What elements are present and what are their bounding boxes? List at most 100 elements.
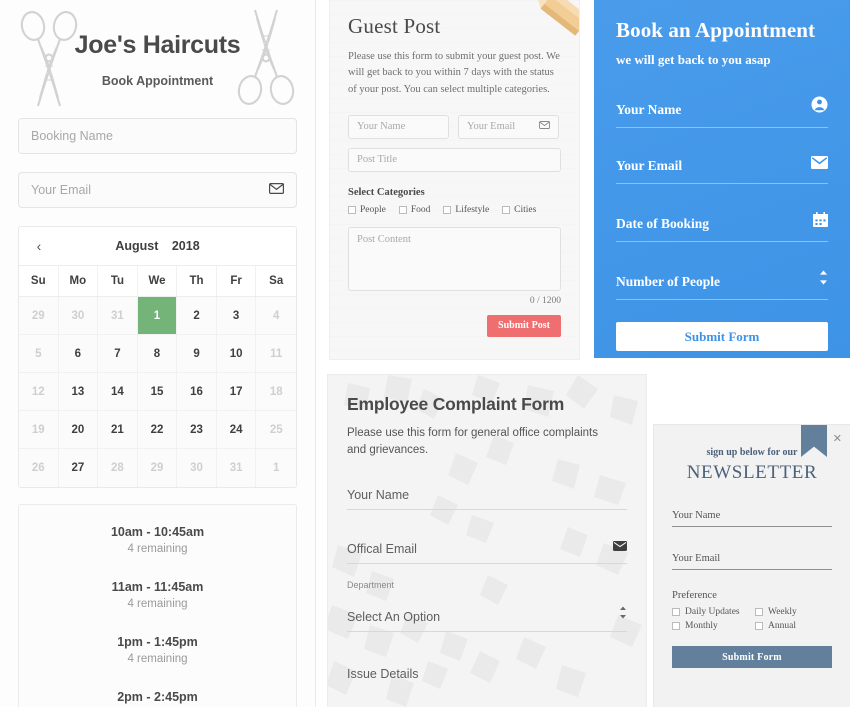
appointment-field-number-of-people[interactable]: Number of People xyxy=(616,270,828,300)
booking-name-placeholder: Booking Name xyxy=(31,129,113,143)
checkbox-box[interactable] xyxy=(348,205,356,214)
newsletter-eyebrow: sign up below for our xyxy=(706,447,798,458)
field-label: Date of Booking xyxy=(616,216,710,231)
preference-checkbox[interactable]: Annual xyxy=(755,621,832,631)
calendar-day[interactable]: 27 xyxy=(58,449,99,487)
calendar-day[interactable]: 15 xyxy=(137,373,178,411)
guest-post-name-email-row: Your Name Your Email xyxy=(348,114,561,139)
category-label: People xyxy=(360,204,386,215)
category-checkbox[interactable]: Cities xyxy=(502,205,536,215)
complaint-name-input[interactable]: Your Name xyxy=(347,488,627,510)
guest-post-content-textarea[interactable]: Post Content xyxy=(348,226,561,291)
appointment-subtitle: we will get back to you asap xyxy=(616,52,771,67)
submit-post-button[interactable]: Submit Post xyxy=(487,314,561,337)
preference-option-label: Annual xyxy=(768,621,796,631)
checkbox-box[interactable] xyxy=(443,205,452,214)
calendar-day[interactable]: 6 xyxy=(58,335,99,373)
appointment-field-your-email[interactable]: Your Email xyxy=(616,156,828,184)
calendar-day[interactable]: 14 xyxy=(98,373,138,411)
preference-checkbox[interactable]: Weekly xyxy=(755,607,832,617)
calendar-day[interactable]: 7 xyxy=(98,335,138,373)
calendar-day: 25 xyxy=(256,411,296,449)
booking-email-placeholder: Your Email xyxy=(31,183,91,197)
calendar-day: 12 xyxy=(19,373,59,411)
booking-email-input[interactable]: Your Email xyxy=(18,172,297,208)
checkbox-box[interactable] xyxy=(755,622,763,630)
preference-checkbox[interactable]: Monthly xyxy=(672,621,749,631)
appointment-field-date-of-booking[interactable]: Date of Booking xyxy=(616,212,828,242)
time-slot[interactable]: 2pm - 2:45pm4 remaining xyxy=(19,690,296,707)
preference-option-label: Weekly xyxy=(768,607,797,617)
calendar-day[interactable]: 13 xyxy=(58,373,99,411)
calendar-day[interactable]: 23 xyxy=(177,411,217,449)
time-slot[interactable]: 10am - 10:45am 4 remaining xyxy=(19,525,296,555)
calendar-day[interactable]: 2 xyxy=(177,297,217,335)
envelope-icon xyxy=(269,183,285,197)
category-label: Cities xyxy=(514,204,537,215)
calendar-weekday: Mo xyxy=(59,266,99,296)
category-label: Lifestyle xyxy=(455,204,490,215)
appointment-panel: Book an Appointment we will get back to … xyxy=(594,0,850,358)
category-checkbox[interactable]: Lifestyle xyxy=(443,205,489,215)
calendar-weekday: We xyxy=(138,266,178,296)
guest-post-name-placeholder: Your Name xyxy=(357,121,406,133)
newsletter-email-input[interactable]: Your Email xyxy=(672,553,832,570)
calendar-weekday: Su xyxy=(19,266,59,296)
appointment-submit-button[interactable]: Submit Form xyxy=(616,322,828,351)
calendar-month: August xyxy=(115,239,159,253)
calendar-day[interactable]: 3 xyxy=(216,297,257,335)
calendar-day: 30 xyxy=(58,297,99,335)
scissors-icon xyxy=(20,11,78,107)
newsletter-name-input[interactable]: Your Name xyxy=(672,510,832,527)
checkbox-box[interactable] xyxy=(398,205,407,214)
checkbox-box[interactable] xyxy=(672,608,680,616)
calendar-day: 11 xyxy=(256,335,296,373)
calendar-day: 18 xyxy=(256,373,296,411)
calendar-day[interactable]: 24 xyxy=(216,411,257,449)
envelope-icon xyxy=(613,538,627,556)
category-checkbox[interactable]: People xyxy=(348,205,386,215)
calendar-day-grid: 29 30 31 1 2 3 4 5 6 7 8 9 10 11 12 13 14 15 16 17 18 19 20 21 2… xyxy=(19,297,296,487)
calendar-day[interactable]: 16 xyxy=(177,373,217,411)
calendar-day: 28 xyxy=(98,449,138,487)
calendar-day[interactable]: 17 xyxy=(216,373,257,411)
guest-post-name-input[interactable]: Your Name xyxy=(348,114,449,139)
time-slot[interactable]: 11am - 11:45am 4 remaining xyxy=(19,580,296,610)
checkbox-box[interactable] xyxy=(672,622,680,630)
guest-post-title: Guest Post xyxy=(348,14,441,38)
character-count: 0 / 1200 xyxy=(529,295,561,306)
stepper-icon[interactable] xyxy=(619,606,627,624)
guest-post-email-input[interactable]: Your Email xyxy=(458,114,559,139)
calendar-day[interactable]: 22 xyxy=(137,411,178,449)
booking-name-input[interactable]: Booking Name xyxy=(18,118,297,154)
department-select[interactable]: Select An Option xyxy=(347,606,627,632)
calendar-day-selected[interactable]: 1 xyxy=(137,297,178,335)
time-slot-time: 1pm - 1:45pm xyxy=(117,635,198,649)
newsletter-submit-button[interactable]: Submit Form xyxy=(672,646,832,668)
time-slot[interactable]: 1pm - 1:45pm 4 remaining xyxy=(19,635,296,665)
calendar-day[interactable]: 9 xyxy=(177,335,217,373)
category-checkbox[interactable]: Food xyxy=(398,205,430,215)
calendar-day[interactable]: 10 xyxy=(216,335,257,373)
department-label: Department xyxy=(347,579,395,590)
calendar-day: 30 xyxy=(177,449,217,487)
time-slot-time: 10am - 10:45am xyxy=(110,525,205,539)
guest-post-title-input[interactable]: Post Title xyxy=(348,147,561,172)
calendar-day: 4 xyxy=(256,297,296,335)
preference-checkbox[interactable]: Daily Updates xyxy=(672,607,749,617)
checkbox-box[interactable] xyxy=(755,608,763,616)
preference-checkbox-group: Daily Updates Weekly Monthly Annual xyxy=(672,607,832,631)
calendar-day[interactable]: 20 xyxy=(58,411,99,449)
calendar-day: 1 xyxy=(256,449,296,487)
complaint-email-input[interactable]: Offical Email xyxy=(347,538,627,564)
calendar-day[interactable]: 8 xyxy=(137,335,178,373)
calendar-day[interactable]: 21 xyxy=(98,411,138,449)
appointment-field-your-name[interactable]: Your Name xyxy=(616,96,828,128)
envelope-icon xyxy=(539,121,550,132)
field-label: Number of People xyxy=(616,274,720,289)
page-title: Joe's Haircuts xyxy=(74,30,241,59)
checkbox-box[interactable] xyxy=(502,205,511,214)
field-label: Your Name xyxy=(616,102,682,117)
stepper-icon[interactable] xyxy=(819,270,828,290)
booking-panel: Joe's Haircuts Book Appointment Booking … xyxy=(0,0,316,707)
